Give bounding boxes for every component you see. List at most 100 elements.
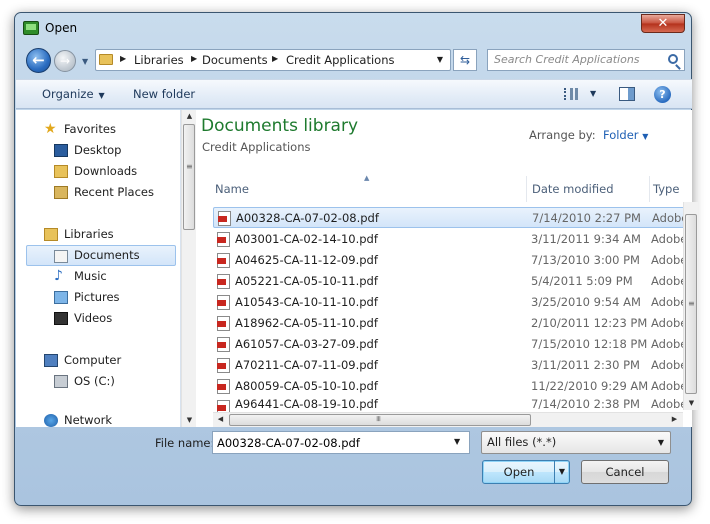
file-type: Adobe <box>651 232 687 246</box>
file-row[interactable]: A10543-CA-10-11-10.pdf 3/25/2010 9:54 AM… <box>213 292 689 313</box>
recent-places-icon <box>54 186 68 199</box>
nav-item-downloads[interactable]: Downloads <box>16 161 166 182</box>
file-row[interactable]: A05221-CA-05-10-11.pdf 5/4/2011 5:09 PM … <box>213 271 689 292</box>
title-bar[interactable]: Open ✕ <box>15 13 691 43</box>
nav-item-pictures[interactable]: Pictures <box>16 287 166 308</box>
pdf-icon <box>217 232 230 247</box>
nav-item-music[interactable]: ♪ Music <box>16 266 166 287</box>
address-history-dropdown[interactable]: ▼ <box>432 51 448 69</box>
nav-item-label: Recent Places <box>74 185 154 199</box>
arrange-by-dropdown[interactable]: Folder ▼ <box>603 128 648 142</box>
scrollbar-thumb[interactable] <box>183 124 195 230</box>
pdf-icon <box>218 211 231 226</box>
file-name: A80059-CA-05-10-10.pdf <box>235 379 378 393</box>
breadcrumb-separator-icon[interactable]: ▶ <box>272 54 278 63</box>
open-options-dropdown[interactable]: ▼ <box>554 461 569 483</box>
organize-button[interactable]: Organize ▼ <box>42 87 105 101</box>
scroll-down-icon[interactable]: ▼ <box>684 399 699 407</box>
nav-item-computer[interactable]: Computer <box>16 350 166 371</box>
documents-icon <box>54 250 68 263</box>
library-subtitle: Credit Applications <box>202 140 311 154</box>
search-box[interactable]: Search Credit Applications <box>487 49 685 71</box>
pdf-icon <box>217 295 230 310</box>
pdf-icon <box>217 379 230 394</box>
nav-item-network[interactable]: Network <box>16 410 166 427</box>
nav-item-label: Favorites <box>64 122 116 136</box>
close-button[interactable]: ✕ <box>641 14 685 33</box>
scroll-up-icon[interactable]: ▲ <box>182 112 197 120</box>
nav-item-documents[interactable]: Documents <box>26 245 176 266</box>
file-name-label: File name: <box>155 436 215 450</box>
nav-item-label: Videos <box>74 311 113 325</box>
window-title: Open <box>45 21 78 35</box>
nav-item-recent-places[interactable]: Recent Places <box>16 182 166 203</box>
open-button[interactable]: Open ▼ <box>482 460 570 484</box>
nav-item-videos[interactable]: Videos <box>16 308 166 329</box>
column-header-date-modified[interactable]: Date modified <box>532 176 650 202</box>
file-name: A04625-CA-11-12-09.pdf <box>235 253 378 267</box>
column-header-type[interactable]: Type <box>653 176 693 202</box>
recent-locations-dropdown[interactable]: ▼ <box>82 57 88 66</box>
scroll-right-icon[interactable]: ▶ <box>667 415 682 423</box>
nav-item-favorites[interactable]: ★ Favorites <box>16 119 166 140</box>
breadcrumb-separator-icon[interactable]: ▶ <box>191 54 197 63</box>
nav-item-desktop[interactable]: Desktop <box>16 140 166 161</box>
nav-item-label: Desktop <box>74 143 122 157</box>
file-list-horizontal-scrollbar[interactable]: ◀ ≡ ▶ <box>213 412 683 427</box>
refresh-button[interactable]: ⇆ <box>453 49 477 71</box>
file-name: A03001-CA-02-14-10.pdf <box>235 232 378 246</box>
file-row[interactable]: A96441-CA-08-19-10.pdf 7/14/2010 2:38 PM… <box>213 397 689 412</box>
file-name: A70211-CA-07-11-09.pdf <box>235 358 378 372</box>
navigation-scrollbar[interactable]: ▲ ≡ ▼ <box>181 110 196 427</box>
view-options-icon[interactable] <box>564 88 578 100</box>
file-list-vertical-scrollbar[interactable]: ≡ ▼ <box>683 202 698 410</box>
file-row[interactable]: A80059-CA-05-10-10.pdf 11/22/2010 9:29 A… <box>213 376 689 397</box>
nav-item-label: Music <box>74 269 107 283</box>
scroll-left-icon[interactable]: ◀ <box>213 415 228 423</box>
chevron-down-icon: ▼ <box>98 91 105 100</box>
drive-icon <box>54 375 68 388</box>
search-icon[interactable] <box>668 54 678 64</box>
back-button[interactable]: ← <box>26 48 51 73</box>
star-icon: ★ <box>44 121 57 137</box>
breadcrumb-documents[interactable]: Documents <box>202 53 268 67</box>
computer-icon <box>44 354 58 367</box>
breadcrumb-credit-applications[interactable]: Credit Applications <box>286 53 395 67</box>
file-name: A18962-CA-05-11-10.pdf <box>235 316 378 330</box>
file-list-pane: Documents library Credit Applications Ar… <box>197 110 698 427</box>
view-options-dropdown[interactable]: ▼ <box>590 89 596 98</box>
file-type: Adobe <box>651 316 687 330</box>
scroll-down-icon[interactable]: ▼ <box>182 416 197 424</box>
nav-item-os-c[interactable]: OS (C:) <box>16 371 166 392</box>
grip-icon: ≡ <box>373 415 383 422</box>
column-header-name[interactable]: Name <box>215 176 527 202</box>
help-icon[interactable]: ? <box>654 86 671 103</box>
file-row[interactable]: A61057-CA-03-27-09.pdf 7/15/2010 12:18 P… <box>213 334 689 355</box>
address-bar[interactable]: ▶ Libraries ▶ Documents ▶ Credit Applica… <box>95 49 451 71</box>
file-type: Adobe <box>651 379 687 393</box>
arrange-by-label: Arrange by: <box>529 128 596 142</box>
new-folder-button[interactable]: New folder <box>133 87 195 101</box>
file-row[interactable]: A04625-CA-11-12-09.pdf 7/13/2010 3:00 PM… <box>213 250 689 271</box>
chevron-down-icon: ▼ <box>642 132 649 141</box>
forward-button[interactable]: → <box>54 50 76 72</box>
nav-item-libraries[interactable]: Libraries <box>16 224 166 245</box>
preview-pane-icon[interactable] <box>619 87 635 101</box>
file-row[interactable]: A03001-CA-02-14-10.pdf 3/11/2011 9:34 AM… <box>213 229 689 250</box>
file-type-filter-value: All files (*.*) <box>487 435 557 449</box>
file-row[interactable]: A00328-CA-07-02-08.pdf 7/14/2010 2:27 PM… <box>213 207 689 228</box>
file-row[interactable]: A70211-CA-07-11-09.pdf 3/11/2011 2:30 PM… <box>213 355 689 376</box>
grip-icon: ≡ <box>688 299 695 308</box>
desktop-icon <box>54 144 68 157</box>
organize-label: Organize <box>42 87 94 101</box>
breadcrumb-libraries[interactable]: Libraries <box>134 53 184 67</box>
libraries-icon <box>44 228 58 241</box>
breadcrumb-separator-icon[interactable]: ▶ <box>120 54 126 63</box>
file-name-dropdown[interactable]: ▼ <box>454 437 460 446</box>
cancel-button[interactable]: Cancel <box>581 460 669 484</box>
file-row[interactable]: A18962-CA-05-11-10.pdf 2/10/2011 12:23 P… <box>213 313 689 334</box>
file-type-filter[interactable]: All files (*.*) ▼ <box>481 431 671 454</box>
search-input[interactable]: Search Credit Applications <box>494 53 640 66</box>
file-name-input[interactable] <box>212 431 470 454</box>
file-date: 3/11/2011 2:30 PM <box>531 358 640 372</box>
